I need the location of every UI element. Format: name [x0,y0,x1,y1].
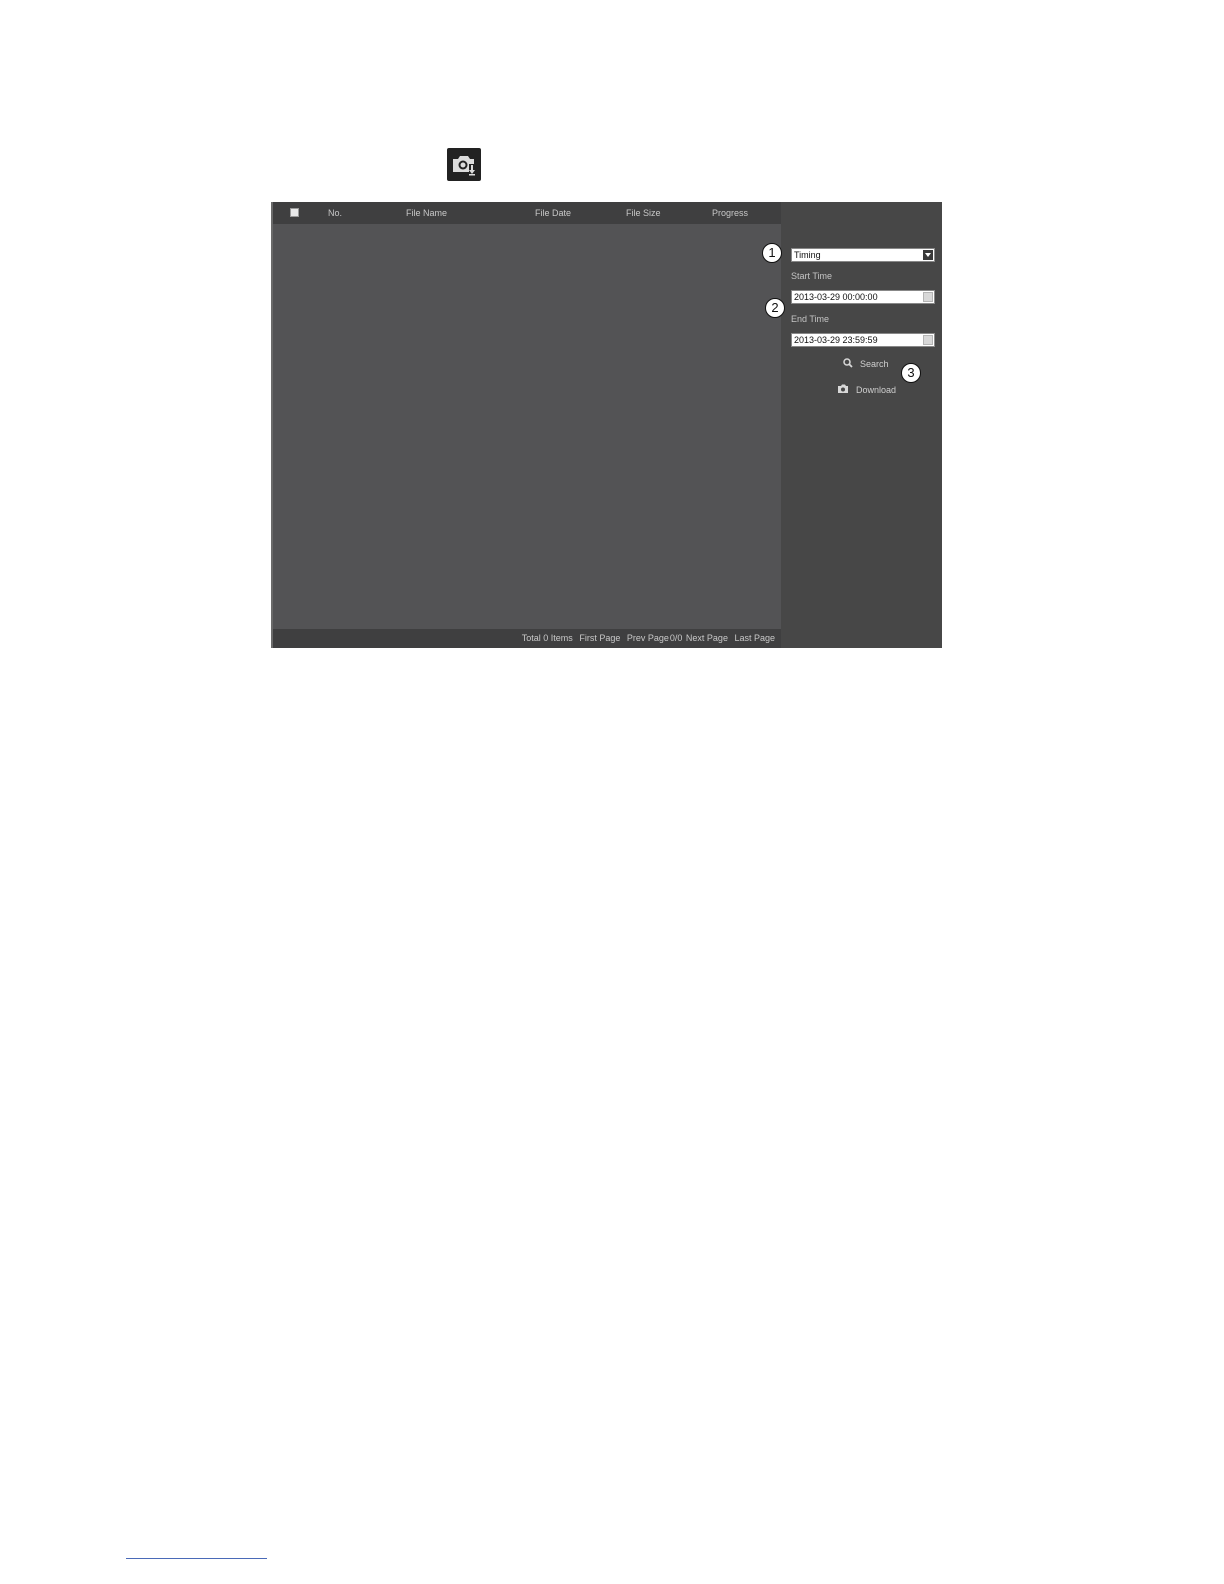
file-type-value: Timing [794,250,821,260]
file-type-select[interactable]: Timing [791,248,935,262]
end-time-label: End Time [791,314,830,324]
callout-2: 2 [765,298,785,318]
search-icon [843,358,853,370]
calendar-icon[interactable] [923,335,933,345]
footnote-divider [126,1558,267,1559]
prev-page-link[interactable]: Prev Page [627,633,669,643]
calendar-icon[interactable] [923,292,933,302]
callout-1: 1 [762,243,782,263]
header-file-size[interactable]: File Size [626,208,661,218]
chevron-down-icon[interactable] [923,250,933,260]
header-file-name[interactable]: File Name [406,208,447,218]
file-table: No. File Name File Date File Size Progre… [273,202,781,648]
start-time-label: Start Time [791,271,833,281]
download-button-label: Download [856,385,897,395]
header-progress[interactable]: Progress [712,208,748,218]
search-button-label: Search [860,359,889,369]
last-page-link[interactable]: Last Page [734,633,775,643]
camera-download-icon[interactable] [447,148,481,181]
page-indicator: 0/0 [669,633,683,643]
first-page-link[interactable]: First Page [579,633,620,643]
search-button[interactable]: Search [843,358,889,370]
download-button[interactable]: Download [837,384,896,396]
header-file-date[interactable]: File Date [535,208,571,218]
end-time-value: 2013-03-29 23:59:59 [794,335,878,345]
total-items: Total 0 Items [521,633,573,643]
camera-icon [837,384,849,396]
search-sidebar: Timing Start Time 2013-03-29 00:00:00 En… [781,202,942,648]
select-all-checkbox[interactable] [290,208,299,217]
pagination-bar: Total 0 Items First Page Prev Page0/0 Ne… [273,629,781,648]
table-header: No. File Name File Date File Size Progre… [273,202,781,224]
callout-3: 3 [901,363,921,383]
end-time-input[interactable]: 2013-03-29 23:59:59 [791,333,935,347]
picture-download-panel: No. File Name File Date File Size Progre… [271,202,942,648]
start-time-input[interactable]: 2013-03-29 00:00:00 [791,290,935,304]
table-body [273,224,781,629]
header-no[interactable]: No. [328,208,342,218]
start-time-value: 2013-03-29 00:00:00 [794,292,878,302]
next-page-link[interactable]: Next Page [686,633,728,643]
